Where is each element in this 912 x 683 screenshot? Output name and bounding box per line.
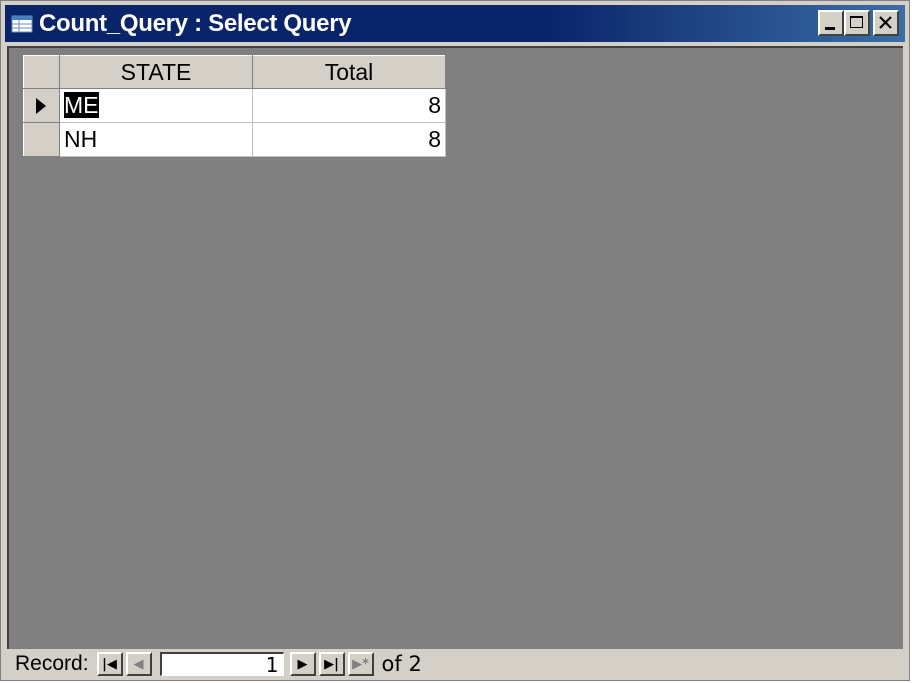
query-window: Count_Query : Select Query STATE Total M… — [0, 0, 910, 681]
cell-total[interactable]: 8 — [252, 122, 446, 157]
maximize-icon — [850, 16, 863, 28]
header-row: STATE Total — [23, 55, 446, 89]
window-title: Count_Query : Select Query — [39, 9, 352, 37]
title-bar[interactable]: Count_Query : Select Query — [5, 5, 905, 42]
select-all-corner[interactable] — [23, 55, 60, 89]
last-record-button[interactable]: ▶| — [318, 652, 345, 676]
previous-record-icon: ◀ — [133, 656, 144, 672]
record-navigation-bar: Record: |◀ ◀ 1 ▶ ▶| ▶* of 2 — [7, 649, 903, 679]
cell-total[interactable]: 8 — [252, 88, 446, 123]
row-selector[interactable] — [23, 88, 60, 123]
next-record-icon: ▶ — [297, 656, 308, 672]
close-button[interactable] — [873, 10, 899, 36]
column-header-total[interactable]: Total — [252, 55, 446, 89]
next-record-button[interactable]: ▶ — [289, 652, 316, 676]
first-record-button[interactable]: |◀ — [96, 652, 123, 676]
column-header-state[interactable]: STATE — [59, 55, 253, 89]
close-icon — [879, 16, 892, 29]
current-record-arrow-icon — [36, 98, 46, 114]
table-row: NH 8 — [23, 122, 446, 157]
cell-state[interactable]: NH — [59, 122, 253, 157]
table-row: ME 8 — [23, 88, 446, 123]
record-count-label: of 2 — [381, 652, 422, 676]
maximize-button[interactable] — [844, 10, 870, 36]
cell-state-value: ME — [64, 92, 99, 118]
datasheet-area[interactable]: STATE Total ME 8 NH 8 — [7, 46, 903, 649]
datasheet-grid: STATE Total ME 8 NH 8 — [23, 55, 446, 157]
last-record-icon: ▶| — [324, 656, 339, 672]
window-controls — [818, 10, 899, 36]
row-selector[interactable] — [23, 122, 60, 157]
previous-record-button[interactable]: ◀ — [125, 652, 152, 676]
minimize-icon — [825, 27, 835, 30]
first-record-icon: |◀ — [102, 656, 117, 672]
new-record-button[interactable]: ▶* — [347, 652, 374, 676]
new-record-icon: ▶* — [352, 656, 369, 672]
record-label: Record: — [15, 652, 89, 675]
cell-state[interactable]: ME — [59, 88, 253, 123]
datasheet-icon[interactable] — [11, 14, 33, 34]
minimize-button[interactable] — [818, 10, 844, 36]
record-number-input[interactable]: 1 — [159, 652, 284, 676]
